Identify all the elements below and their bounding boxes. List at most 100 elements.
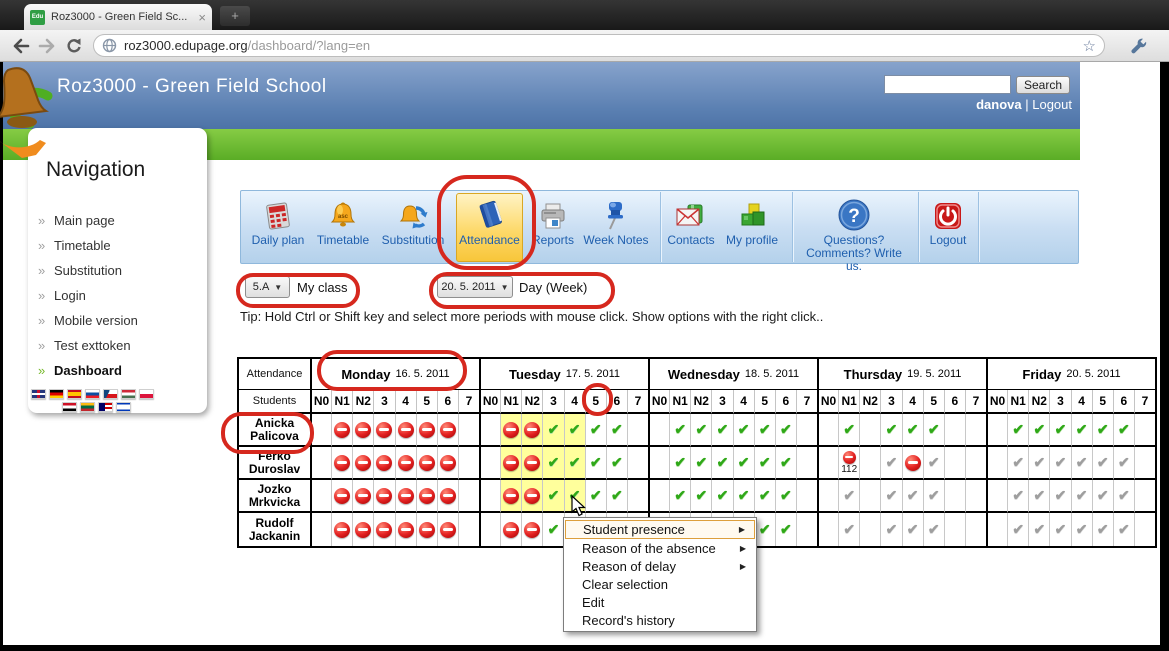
attendance-cell[interactable] bbox=[310, 414, 331, 447]
flag-hungary-icon[interactable] bbox=[121, 389, 136, 399]
date-select[interactable]: 20. 5. 2011▼ bbox=[437, 276, 513, 298]
attendance-cell[interactable]: ✔ bbox=[564, 414, 585, 447]
attendance-cell[interactable] bbox=[817, 447, 838, 480]
attendance-cell[interactable]: ✔ bbox=[880, 480, 901, 513]
attendance-cell[interactable]: ✔ bbox=[585, 447, 606, 480]
attendance-cell[interactable] bbox=[458, 414, 479, 447]
attendance-cell[interactable] bbox=[859, 513, 880, 546]
attendance-cell[interactable]: ✔ bbox=[606, 480, 627, 513]
attendance-cell[interactable] bbox=[479, 447, 500, 480]
attendance-cell[interactable] bbox=[817, 480, 838, 513]
attendance-cell[interactable]: ✔ bbox=[564, 480, 585, 513]
attendance-cell[interactable] bbox=[331, 414, 352, 447]
attendance-cell[interactable] bbox=[437, 513, 458, 546]
attendance-cell[interactable]: ✔ bbox=[754, 447, 775, 480]
attendance-cell[interactable] bbox=[416, 480, 437, 513]
attendance-cell[interactable]: ✔ bbox=[733, 447, 754, 480]
attendance-cell[interactable] bbox=[500, 447, 521, 480]
attendance-cell[interactable] bbox=[395, 480, 416, 513]
forward-button[interactable] bbox=[36, 36, 58, 56]
attendance-cell[interactable]: ✔ bbox=[1071, 447, 1092, 480]
attendance-cell[interactable] bbox=[500, 414, 521, 447]
attendance-cell[interactable] bbox=[479, 480, 500, 513]
attendance-cell[interactable] bbox=[627, 480, 648, 513]
attendance-cell[interactable]: ✔ bbox=[1113, 447, 1134, 480]
attendance-cell[interactable] bbox=[310, 447, 331, 480]
attendance-cell[interactable]: ✔ bbox=[1049, 480, 1070, 513]
back-button[interactable] bbox=[10, 36, 32, 56]
ribbon-attendance-button[interactable]: Attendance bbox=[456, 193, 523, 262]
attendance-cell[interactable]: ✔ bbox=[1049, 414, 1070, 447]
attendance-cell[interactable]: ✔ bbox=[733, 414, 754, 447]
flag-czech-icon[interactable] bbox=[103, 389, 118, 399]
attendance-cell[interactable]: ✔ bbox=[902, 414, 923, 447]
attendance-cell[interactable] bbox=[500, 513, 521, 546]
attendance-cell[interactable]: ✔ bbox=[690, 447, 711, 480]
ribbon-substitution-button[interactable]: Substitution bbox=[374, 194, 452, 262]
attendance-cell[interactable] bbox=[373, 414, 394, 447]
attendance-cell[interactable]: ✔ bbox=[1049, 447, 1070, 480]
attendance-cell[interactable] bbox=[648, 447, 669, 480]
attendance-cell[interactable] bbox=[310, 513, 331, 546]
attendance-cell[interactable] bbox=[796, 480, 817, 513]
site-search-input[interactable] bbox=[884, 75, 1011, 94]
menu-item-clear-selection[interactable]: Clear selection bbox=[565, 575, 755, 593]
attendance-cell[interactable] bbox=[521, 480, 542, 513]
attendance-cell[interactable] bbox=[1134, 447, 1155, 480]
menu-item-reason-of-delay[interactable]: Reason of delay▶ bbox=[565, 557, 755, 575]
attendance-cell[interactable]: ✔ bbox=[585, 414, 606, 447]
attendance-cell[interactable]: ✔ bbox=[1028, 414, 1049, 447]
attendance-cell[interactable]: ✔ bbox=[542, 447, 563, 480]
sidebar-item-substitution[interactable]: »Substitution bbox=[38, 260, 198, 280]
attendance-cell[interactable]: ✔ bbox=[1092, 480, 1113, 513]
flag-spain-icon[interactable] bbox=[67, 389, 82, 399]
ribbon-week-notes-button[interactable]: Week Notes bbox=[576, 194, 656, 262]
attendance-cell[interactable]: ✔ bbox=[923, 447, 944, 480]
attendance-cell[interactable]: ✔ bbox=[1113, 513, 1134, 546]
flag-uk-icon[interactable] bbox=[31, 389, 46, 399]
attendance-cell[interactable]: ✔ bbox=[1092, 513, 1113, 546]
menu-item-student-presence[interactable]: Student presence▶ bbox=[565, 520, 755, 539]
new-tab-button[interactable]: + bbox=[220, 6, 250, 26]
attendance-cell[interactable]: ✔ bbox=[880, 414, 901, 447]
attendance-cell[interactable] bbox=[479, 414, 500, 447]
attendance-cell[interactable] bbox=[1134, 414, 1155, 447]
attendance-cell[interactable]: ✔ bbox=[711, 480, 732, 513]
menu-item-edit[interactable]: Edit bbox=[565, 593, 755, 611]
sidebar-item-test-exttoken[interactable]: »Test exttoken bbox=[38, 335, 198, 355]
attendance-cell[interactable]: ✔ bbox=[880, 447, 901, 480]
attendance-cell[interactable]: ✔ bbox=[542, 480, 563, 513]
attendance-cell[interactable] bbox=[944, 480, 965, 513]
attendance-cell[interactable]: ✔ bbox=[606, 414, 627, 447]
bookmark-star-icon[interactable]: ☆ bbox=[1083, 37, 1096, 55]
attendance-cell[interactable]: ✔ bbox=[1092, 414, 1113, 447]
browser-tab[interactable]: Edu Roz3000 - Green Field Sc... × bbox=[24, 4, 212, 30]
attendance-cell[interactable]: ✔ bbox=[923, 480, 944, 513]
attendance-cell[interactable]: ✔ bbox=[1113, 414, 1134, 447]
attendance-cell[interactable]: ✔ bbox=[669, 480, 690, 513]
attendance-cell[interactable]: ✔ bbox=[1092, 447, 1113, 480]
attendance-cell[interactable]: ✔ bbox=[690, 480, 711, 513]
menu-item-reason-of-absence[interactable]: Reason of the absence▶ bbox=[565, 539, 755, 557]
attendance-cell[interactable] bbox=[331, 480, 352, 513]
attendance-cell[interactable]: ✔ bbox=[902, 480, 923, 513]
attendance-cell[interactable]: ✔ bbox=[838, 513, 859, 546]
attendance-cell[interactable]: ✔ bbox=[1007, 414, 1028, 447]
attendance-cell[interactable]: ✔ bbox=[585, 480, 606, 513]
attendance-cell[interactable] bbox=[479, 513, 500, 546]
attendance-cell[interactable]: ✔ bbox=[542, 513, 563, 546]
header-logout-link[interactable]: Logout bbox=[1032, 97, 1072, 112]
attendance-cell[interactable]: ✔ bbox=[1071, 480, 1092, 513]
attendance-cell[interactable] bbox=[965, 513, 986, 546]
attendance-cell[interactable] bbox=[796, 414, 817, 447]
attendance-cell[interactable]: ✔ bbox=[923, 513, 944, 546]
attendance-cell[interactable] bbox=[986, 414, 1007, 447]
reload-button[interactable] bbox=[63, 36, 85, 56]
attendance-cell[interactable] bbox=[627, 447, 648, 480]
flag-slovakia-icon[interactable] bbox=[85, 389, 100, 399]
flag-egypt-icon[interactable] bbox=[62, 402, 77, 412]
attendance-cell[interactable] bbox=[458, 513, 479, 546]
attendance-cell[interactable] bbox=[986, 480, 1007, 513]
attendance-cell[interactable]: ✔ bbox=[1071, 513, 1092, 546]
attendance-cell[interactable]: ✔ bbox=[923, 414, 944, 447]
